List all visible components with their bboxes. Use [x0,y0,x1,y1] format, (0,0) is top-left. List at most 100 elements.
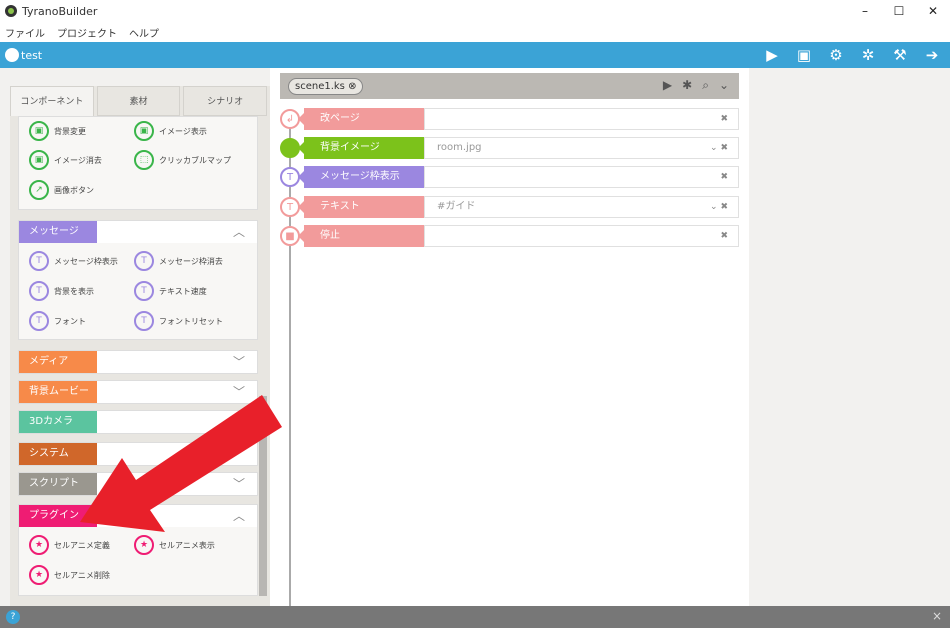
page-break-icon: ↲ [280,109,300,129]
scene-tab[interactable]: scene1.ks ⊗ [288,78,364,95]
minimize-button[interactable]: – [848,0,882,22]
chevron-up-icon[interactable]: ︿ [233,507,245,524]
message-frame-icon: T [280,167,300,187]
project-icon [5,48,19,62]
title-bar: TyranoBuilder – ☐ ✕ [0,0,950,22]
message-frame-show-icon: T [29,251,49,271]
menu-project[interactable]: プロジェクト [57,25,117,40]
row-params[interactable]: #ガイド ⌄ ✖ [424,196,739,218]
system-group[interactable]: システム [18,442,258,466]
row-params[interactable]: ✖ [424,225,739,247]
row-params[interactable]: ✖ [424,166,739,188]
play-icon[interactable]: ▶ [762,46,782,64]
row-label: 改ページ [298,108,424,130]
component-font-reset[interactable]: T フォントリセット [134,311,223,331]
delete-icon[interactable]: ✖ [720,167,728,187]
scene-tab-bar: scene1.ks ⊗ ▶ ✱ ⌕ ⌄ [280,73,739,99]
project-name: test [21,48,43,62]
chevron-up-icon[interactable]: ︿ [233,223,245,240]
play-icon[interactable]: ▶ [663,78,672,93]
component-cell-anime-show[interactable]: ★ セルアニメ表示 [134,535,215,555]
close-icon[interactable]: × [932,609,942,623]
menu-bar: ファイル プロジェクト ヘルプ [0,22,950,42]
panel-scrollbar[interactable] [258,116,268,606]
component-text-speed[interactable]: T テキスト速度 [134,281,207,301]
component-image-show[interactable]: ▣ イメージ表示 [134,121,207,141]
font-icon: T [29,311,49,331]
chevron-down-icon[interactable]: ﹀ [233,475,245,492]
hammer-icon[interactable]: ⚒ [890,46,910,64]
component-font[interactable]: T フォント [29,311,86,331]
project-toolbar: test ▶ ▣ ⚙ ✲ ⚒ ➔ [0,42,950,68]
clickable-map-icon: ⬚ [134,150,154,170]
scenario-row[interactable]: 背景イメージ room.jpg ⌄ ✖ [280,137,739,159]
project-selector[interactable]: test [5,48,42,62]
background-image-icon [280,138,300,158]
component-message-frame-erase[interactable]: T メッセージ枠消去 [134,251,223,271]
main-area: コンポーネント 素材 シナリオ ▣ 背景変更 ▣ イメージ表示 ▣ イメージ消去 ⬚ ク… [0,68,950,606]
component-cell-anime-delete[interactable]: ★ セルアニメ削除 [29,565,110,585]
scenario-row[interactable]: T メッセージ枠表示 ✖ [280,166,739,188]
component-image-button[interactable]: ↗ 画像ボタン [29,180,94,200]
expand-delete-icons[interactable]: ⌄ ✖ [710,138,728,158]
help-icon[interactable]: ? [6,610,20,624]
row-params[interactable]: room.jpg ⌄ ✖ [424,137,739,159]
image-group: ▣ 背景変更 ▣ イメージ表示 ▣ イメージ消去 ⬚ クリッカブルマップ ↗ 画像ボタン [18,116,258,210]
stop-icon: ■ [280,226,300,246]
image-show-icon: ▣ [134,121,154,141]
search-icon[interactable]: ⌕ [702,78,709,93]
component-clickable-map[interactable]: ⬚ クリッカブルマップ [134,150,231,170]
star-icon: ★ [29,565,49,585]
scenario-row[interactable]: ↲ 改ページ ✖ [280,108,739,130]
delete-icon[interactable]: ✖ [720,226,728,246]
status-bar: ? × [0,606,950,628]
row-label: メッセージ枠表示 [298,166,424,188]
export-icon[interactable]: ➔ [922,46,942,64]
message-group-header[interactable]: メッセージ ︿ [19,221,257,243]
close-button[interactable]: ✕ [916,0,950,22]
camera-group[interactable]: 3Dカメラ [18,410,258,434]
text-icon: T [280,197,300,217]
window-title: TyranoBuilder [22,4,98,18]
show-background-icon: T [29,281,49,301]
tab-scenario[interactable]: シナリオ [183,86,268,116]
media-group[interactable]: メディア ﹀ [18,350,258,374]
component-message-frame-show[interactable]: T メッセージ枠表示 [29,251,118,271]
component-panel: コンポーネント 素材 シナリオ ▣ 背景変更 ▣ イメージ表示 ▣ イメージ消去 ⬚ ク… [10,86,270,606]
save-icon[interactable]: ▣ [794,46,814,64]
scenario-editor: scene1.ks ⊗ ▶ ✱ ⌕ ⌄ ↲ 改ページ ✖ 背景イメージ room… [270,68,749,606]
cogs-icon[interactable]: ⚙ [826,46,846,64]
image-erase-icon: ▣ [29,150,49,170]
row-label: 停止 [298,225,424,247]
component-image-erase[interactable]: ▣ イメージ消去 [29,150,102,170]
menu-file[interactable]: ファイル [5,25,45,40]
message-group: メッセージ ︿ T メッセージ枠表示 T メッセージ枠消去 T 背景を表示 T テキスト… [18,220,258,340]
script-group[interactable]: スクリプト ﹀ [18,472,258,496]
bug-icon[interactable]: ✱ [682,78,692,93]
delete-icon[interactable]: ✖ [720,109,728,129]
plugin-group-header[interactable]: プラグイン ︿ [19,505,257,527]
star-icon: ★ [29,535,49,555]
scenario-row[interactable]: ■ 停止 ✖ [280,225,739,247]
chevron-down-icon[interactable]: ﹀ [233,383,245,400]
tyranobuilder-logo-icon [5,5,17,17]
row-params[interactable]: ✖ [424,108,739,130]
gear-icon[interactable]: ✲ [858,46,878,64]
expand-delete-icons[interactable]: ⌄ ✖ [710,197,728,217]
row-value: #ガイド [437,201,476,212]
component-cell-anime-define[interactable]: ★ セルアニメ定義 [29,535,110,555]
script-group-label: スクリプト [19,473,97,495]
menu-help[interactable]: ヘルプ [129,25,159,40]
tab-assets[interactable]: 素材 [96,86,181,116]
movie-group-label: 背景ムービー [19,381,97,403]
component-bg-change[interactable]: ▣ 背景変更 [29,121,86,141]
row-label: 背景イメージ [298,137,424,159]
tab-components[interactable]: コンポーネント [10,86,94,116]
component-show-background[interactable]: T 背景を表示 [29,281,94,301]
movie-group[interactable]: 背景ムービー ﹀ [18,380,258,404]
scrollbar-thumb[interactable] [259,396,267,596]
chevron-down-icon[interactable]: ⌄ [719,78,729,93]
chevron-down-icon[interactable]: ﹀ [233,353,245,370]
scenario-row[interactable]: T テキスト #ガイド ⌄ ✖ [280,196,739,218]
maximize-button[interactable]: ☐ [882,0,916,22]
